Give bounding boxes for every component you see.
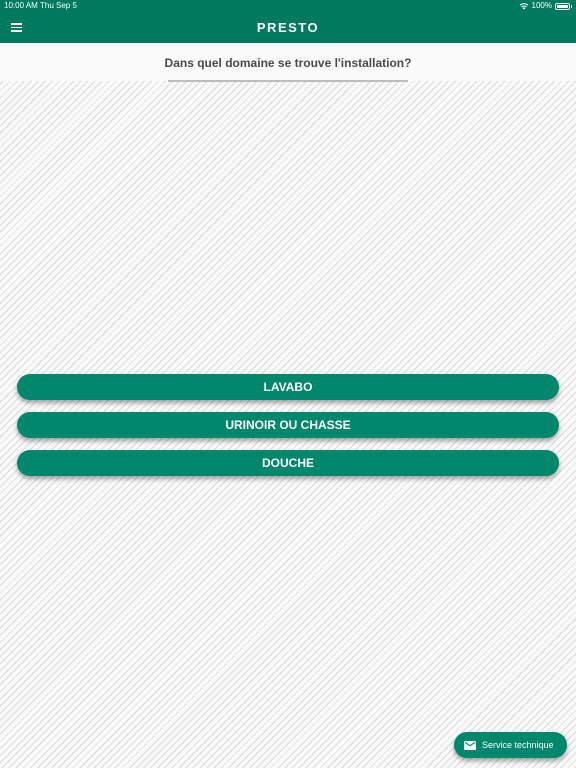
status-time: 10:00 AM — [4, 1, 38, 10]
status-indicators: 100% — [519, 1, 572, 11]
question-header: Dans quel domaine se trouve l'installati… — [0, 43, 576, 82]
question-text: Dans quel domaine se trouve l'installati… — [164, 56, 412, 70]
battery-percentage: 100% — [531, 1, 552, 10]
choice-button-douche[interactable]: DOUCHE — [17, 450, 559, 476]
service-technique-button[interactable]: Service technique — [454, 732, 567, 758]
status-date: Thu Sep 5 — [40, 1, 77, 10]
choice-button-urinoir-ou-chasse[interactable]: URINOIR OU CHASSE — [17, 412, 559, 438]
wifi-icon — [519, 2, 529, 10]
service-technique-label: Service technique — [482, 740, 554, 750]
mail-icon — [464, 740, 476, 750]
app-bar: 10:00 AM Thu Sep 5 100% PRESTO — [0, 0, 576, 43]
battery-icon — [555, 2, 572, 10]
choice-button-lavabo[interactable]: LAVABO — [17, 374, 559, 400]
app-title: PRESTO — [256, 20, 320, 35]
question-underline — [168, 80, 408, 82]
